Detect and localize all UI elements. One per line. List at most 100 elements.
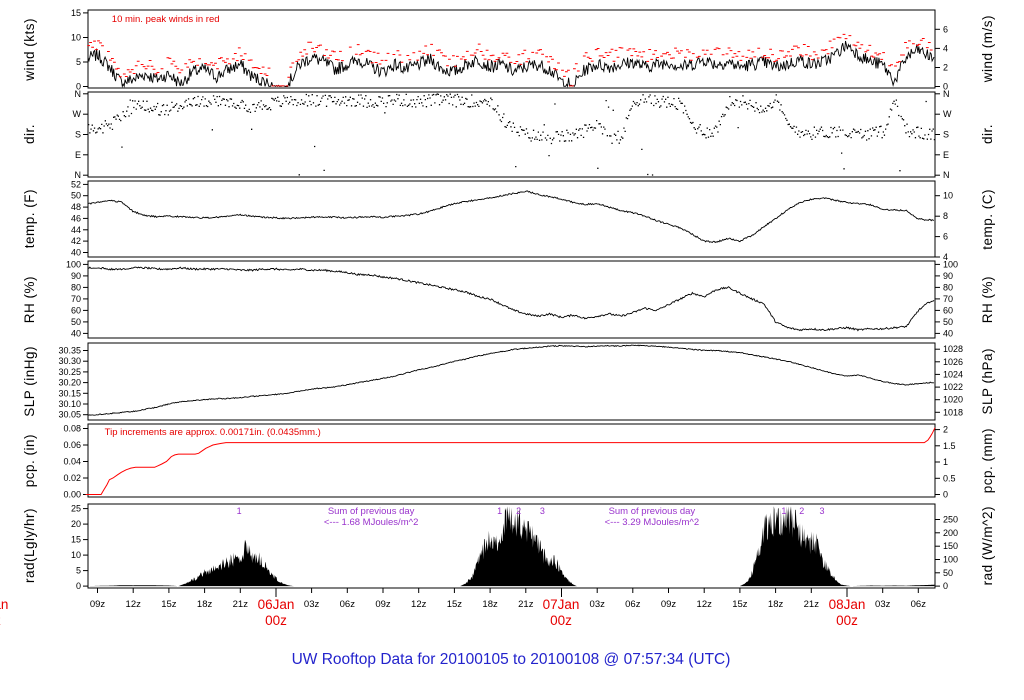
- pcp-mm-axis-title: pcp. (mm): [979, 427, 995, 494]
- svg-text:09z: 09z: [661, 599, 677, 610]
- svg-text:6: 6: [943, 24, 948, 34]
- figure-title: UW Rooftop Data for 20100105 to 20100108…: [291, 651, 731, 668]
- svg-text:0: 0: [76, 581, 81, 591]
- temp-f-axis-title: temp. (F): [21, 189, 37, 249]
- svg-text:3: 3: [819, 506, 824, 516]
- slp-hpa-axis-title: SLP (hPa): [979, 348, 995, 415]
- wind-kts-axis-title: wind (kts): [21, 17, 37, 81]
- svg-text:50: 50: [71, 191, 81, 201]
- plot-area: 051015024610 min. peak winds in redNESWN…: [58, 8, 963, 610]
- svg-text:15z: 15z: [161, 599, 177, 610]
- svg-text:150: 150: [943, 541, 958, 551]
- svg-text:0.00: 0.00: [63, 490, 81, 500]
- slp-inhg-axis-title: SLP (inHg): [21, 346, 37, 417]
- svg-text:15z: 15z: [447, 599, 463, 610]
- svg-text:18z: 18z: [197, 599, 213, 610]
- svg-text:2: 2: [943, 63, 948, 73]
- svg-text:06z: 06z: [625, 599, 641, 610]
- svg-text:S: S: [943, 130, 949, 140]
- svg-text:52: 52: [71, 179, 81, 189]
- svg-text:60: 60: [71, 305, 81, 315]
- svg-text:80: 80: [71, 282, 81, 292]
- svg-text:W: W: [943, 109, 952, 119]
- svg-text:0.08: 0.08: [63, 424, 81, 434]
- date-label-08jan: 08Jan 00z: [828, 597, 866, 628]
- svg-text:<--- 1.68 MJoules/m^2: <--- 1.68 MJoules/m^2: [324, 517, 418, 528]
- rad-wm2-axis-title: rad (W/m^2): [979, 506, 995, 586]
- svg-text:0.06: 0.06: [63, 440, 81, 450]
- svg-text:10: 10: [71, 550, 81, 560]
- svg-text:3: 3: [540, 506, 545, 516]
- svg-text:15: 15: [71, 8, 81, 18]
- svg-text:1020: 1020: [943, 395, 963, 405]
- svg-text:N: N: [943, 170, 950, 180]
- svg-text:30.35: 30.35: [58, 346, 81, 356]
- svg-text:1022: 1022: [943, 382, 963, 392]
- svg-text:06z: 06z: [911, 599, 927, 610]
- svg-text:30.05: 30.05: [58, 410, 81, 420]
- svg-text:100: 100: [943, 555, 958, 565]
- svg-text:15z: 15z: [732, 599, 748, 610]
- svg-text:80: 80: [943, 282, 953, 292]
- svg-text:E: E: [75, 150, 81, 160]
- wind-ms-axis-title: wind (m/s): [979, 15, 995, 83]
- svg-text:5: 5: [76, 57, 81, 67]
- svg-text:70: 70: [71, 294, 81, 304]
- svg-text:30.30: 30.30: [58, 356, 81, 366]
- svg-text:46: 46: [71, 213, 81, 223]
- svg-text:25: 25: [71, 504, 81, 514]
- svg-text:50: 50: [943, 317, 953, 327]
- svg-text:44: 44: [71, 225, 81, 235]
- svg-text:0: 0: [943, 490, 948, 500]
- date-label-07jan: 07Jan 00z: [542, 597, 580, 628]
- svg-text:250: 250: [943, 515, 958, 525]
- svg-text:0: 0: [943, 581, 948, 591]
- svg-text:50: 50: [943, 568, 953, 578]
- svg-text:40: 40: [71, 328, 81, 338]
- svg-text:1024: 1024: [943, 369, 963, 379]
- svg-text:09z: 09z: [90, 599, 106, 610]
- uw-meteogram-figure: 0 5 10 15 0 2 4 6 10 min. peak winds in red N E S W N…: [0, 0, 1024, 700]
- svg-text:1018: 1018: [943, 407, 963, 417]
- svg-text:1: 1: [497, 506, 502, 516]
- svg-text:2: 2: [516, 506, 521, 516]
- pcp-in-axis-title: pcp. (in): [21, 433, 37, 488]
- svg-text:40: 40: [943, 328, 953, 338]
- svg-text:1: 1: [943, 457, 948, 467]
- svg-text:90: 90: [71, 271, 81, 281]
- svg-text:100: 100: [66, 259, 81, 269]
- svg-text:90: 90: [943, 271, 953, 281]
- svg-text:5: 5: [76, 566, 81, 576]
- svg-text:1.5: 1.5: [943, 441, 956, 451]
- svg-text:30.25: 30.25: [58, 367, 81, 377]
- svg-text:30.15: 30.15: [58, 388, 81, 398]
- svg-text:1026: 1026: [943, 357, 963, 367]
- svg-text:70: 70: [943, 294, 953, 304]
- svg-text:12z: 12z: [697, 599, 713, 610]
- svg-text:S: S: [75, 130, 81, 140]
- dir-right-axis-title: dir.: [979, 124, 995, 145]
- svg-text:N: N: [943, 89, 950, 99]
- svg-text:10 min. peak winds in red: 10 min. peak winds in red: [112, 14, 220, 25]
- svg-text:09z: 09z: [375, 599, 391, 610]
- svg-text:<--- 3.29 MJoules/m^2: <--- 3.29 MJoules/m^2: [605, 517, 699, 528]
- svg-text:E: E: [943, 150, 949, 160]
- rh-left-axis-title: RH (%): [21, 275, 37, 324]
- svg-text:W: W: [73, 109, 82, 119]
- svg-text:6: 6: [943, 232, 948, 242]
- svg-text:15: 15: [71, 535, 81, 545]
- svg-text:Tip increments are approx. 0.0: Tip increments are approx. 0.00171in. (0…: [105, 427, 321, 438]
- svg-text:12z: 12z: [411, 599, 427, 610]
- svg-text:18z: 18z: [768, 599, 784, 610]
- rad-lgly-axis-title: rad(Lgly/hr): [21, 508, 37, 584]
- svg-text:06z: 06z: [340, 599, 356, 610]
- rh-right-axis-title: RH (%): [979, 275, 995, 324]
- svg-text:0.5: 0.5: [943, 473, 956, 483]
- svg-text:4: 4: [943, 43, 948, 53]
- svg-text:30.20: 30.20: [58, 378, 81, 388]
- svg-text:50: 50: [71, 317, 81, 327]
- svg-text:N: N: [75, 89, 82, 99]
- temp-c-axis-title: temp. (C): [979, 188, 995, 250]
- svg-text:20: 20: [71, 519, 81, 529]
- svg-text:18z: 18z: [482, 599, 498, 610]
